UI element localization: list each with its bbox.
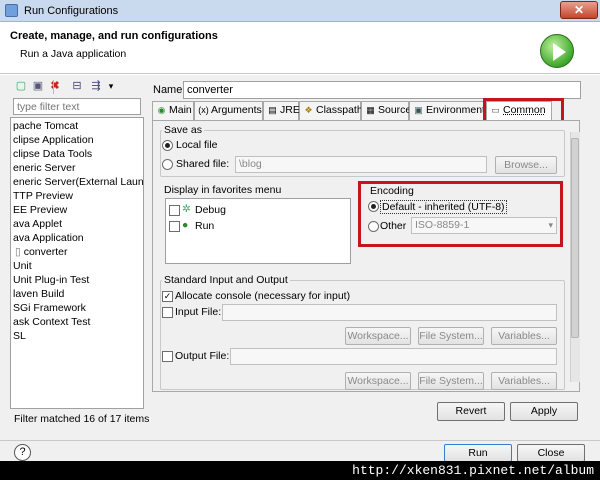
tree-item[interactable]: ava Applet: [13, 218, 62, 230]
watermark: http://xken831.pixnet.net/album: [0, 461, 600, 480]
tab-label: Source: [378, 104, 412, 116]
tab-main[interactable]: ◉ Main: [152, 101, 194, 120]
tree-item[interactable]: clipse Data Tools: [13, 148, 92, 160]
shared-file-field[interactable]: \blog: [235, 156, 487, 173]
tab-label: Environment: [426, 104, 485, 116]
output-file-field[interactable]: [230, 348, 557, 365]
tree-item[interactable]: SL: [13, 330, 26, 342]
browse-button[interactable]: Browse...: [495, 156, 557, 174]
tree-item[interactable]: eneric Server(External Launch): [13, 176, 143, 188]
debug-label: Debug: [195, 204, 226, 216]
tree-item[interactable]: Unit Plug-in Test: [13, 274, 89, 286]
tree-item[interactable]: ask Context Test: [13, 316, 90, 328]
tab-label: Main: [169, 104, 192, 116]
filter-status-text: Filter matched 16 of 17 items: [14, 413, 150, 425]
name-input[interactable]: [183, 81, 581, 99]
output-workspace-button[interactable]: Workspace...: [345, 372, 411, 390]
input-variables-button[interactable]: Variables...: [491, 327, 557, 345]
tab-source[interactable]: ▦ Source: [361, 101, 412, 120]
input-workspace-button[interactable]: Workspace...: [345, 327, 411, 345]
classpath-icon: ❖: [304, 105, 313, 115]
allocate-console-checkbox[interactable]: ✓: [162, 291, 173, 302]
shared-file-label: Shared file:: [176, 158, 230, 170]
window-close-button[interactable]: ✕: [560, 1, 598, 19]
new-config-icon[interactable]: ▢: [14, 79, 28, 93]
name-label: Name:: [153, 84, 186, 96]
duplicate-icon[interactable]: ▣: [31, 79, 45, 93]
scrollbar-thumb[interactable]: [571, 138, 579, 338]
filter-icon[interactable]: ⇶: [89, 79, 103, 93]
jre-icon: ▤: [268, 105, 277, 115]
config-tree[interactable]: pache Tomcat clipse Application clipse D…: [10, 117, 144, 409]
input-file-checkbox[interactable]: [162, 307, 173, 318]
input-file-field[interactable]: [222, 304, 557, 321]
input-filesystem-button[interactable]: File System...: [418, 327, 484, 345]
filter-dropdown-icon[interactable]: ▾: [104, 79, 118, 93]
run-logo-icon: [540, 34, 574, 68]
tree-item-selected[interactable]: ▯ converter: [15, 246, 67, 258]
config-file-icon: ▯: [15, 246, 21, 258]
tree-item[interactable]: pache Tomcat: [13, 120, 78, 132]
tab-label: Arguments: [211, 104, 262, 116]
tab-label: JRE: [280, 104, 300, 116]
bottom-separator: [0, 440, 600, 441]
tree-item[interactable]: ava Application: [13, 232, 84, 244]
std-io-title: Standard Input and Output: [162, 274, 290, 286]
toolbar-separator: [53, 80, 54, 94]
run-checkbox[interactable]: [169, 221, 180, 232]
save-as-title: Save as: [162, 124, 204, 136]
source-icon: ▦: [366, 105, 375, 115]
tree-item[interactable]: eneric Server: [13, 162, 75, 174]
arguments-icon: (x): [198, 105, 209, 115]
config-toolbar: ▢ ▣ ✖ ⊟ ⇶ ▾: [12, 79, 142, 95]
tree-item[interactable]: clipse Application: [13, 134, 94, 146]
window-app-icon: [5, 4, 18, 17]
debug-icon: ✲: [182, 203, 191, 215]
header-title: Create, manage, and run configurations: [10, 30, 218, 42]
tab-label: Classpath: [316, 104, 363, 116]
tab-arguments[interactable]: (x) Arguments: [194, 101, 263, 120]
header-subtitle: Run a Java application: [20, 48, 127, 60]
run-icon: ●: [182, 219, 189, 231]
allocate-console-label: Allocate console (necessary for input): [175, 290, 351, 302]
main-icon: ◉: [157, 105, 166, 115]
input-file-label: Input File:: [175, 306, 222, 318]
output-filesystem-button[interactable]: File System...: [418, 372, 484, 390]
local-file-radio[interactable]: [162, 140, 173, 151]
tab-jre[interactable]: ▤ JRE: [263, 101, 300, 120]
delete-icon[interactable]: ✖: [48, 79, 62, 93]
environment-icon: ▣: [414, 105, 423, 115]
tree-item[interactable]: EE Preview: [13, 204, 67, 216]
apply-button[interactable]: Apply: [510, 402, 578, 421]
help-icon[interactable]: ?: [14, 444, 31, 461]
run-label: Run: [195, 220, 215, 232]
tab-environment[interactable]: ▣ Environment: [409, 101, 486, 120]
output-file-label: Output File:: [175, 350, 230, 362]
tab-classpath[interactable]: ❖ Classpath: [299, 101, 363, 120]
tree-item[interactable]: TTP Preview: [13, 190, 73, 202]
close-button[interactable]: Close: [517, 444, 585, 462]
shared-file-radio[interactable]: [162, 159, 173, 170]
tree-item-label: converter: [23, 246, 68, 258]
favorites-list: [165, 198, 351, 264]
window-title: Run Configurations: [24, 5, 119, 17]
run-button[interactable]: Run: [444, 444, 512, 462]
tree-item[interactable]: SGi Framework: [13, 302, 86, 314]
debug-checkbox[interactable]: [169, 205, 180, 216]
local-file-label: Local file: [176, 139, 218, 151]
revert-button[interactable]: Revert: [437, 402, 505, 421]
filter-input[interactable]: [13, 98, 141, 115]
tree-item[interactable]: Unit: [13, 260, 32, 272]
collapse-icon[interactable]: ⊟: [70, 79, 84, 93]
output-variables-button[interactable]: Variables...: [491, 372, 557, 390]
tree-item[interactable]: laven Build: [13, 288, 64, 300]
output-file-checkbox[interactable]: [162, 351, 173, 362]
favorites-title: Display in favorites menu: [162, 184, 284, 196]
highlight-encoding: [358, 181, 563, 247]
